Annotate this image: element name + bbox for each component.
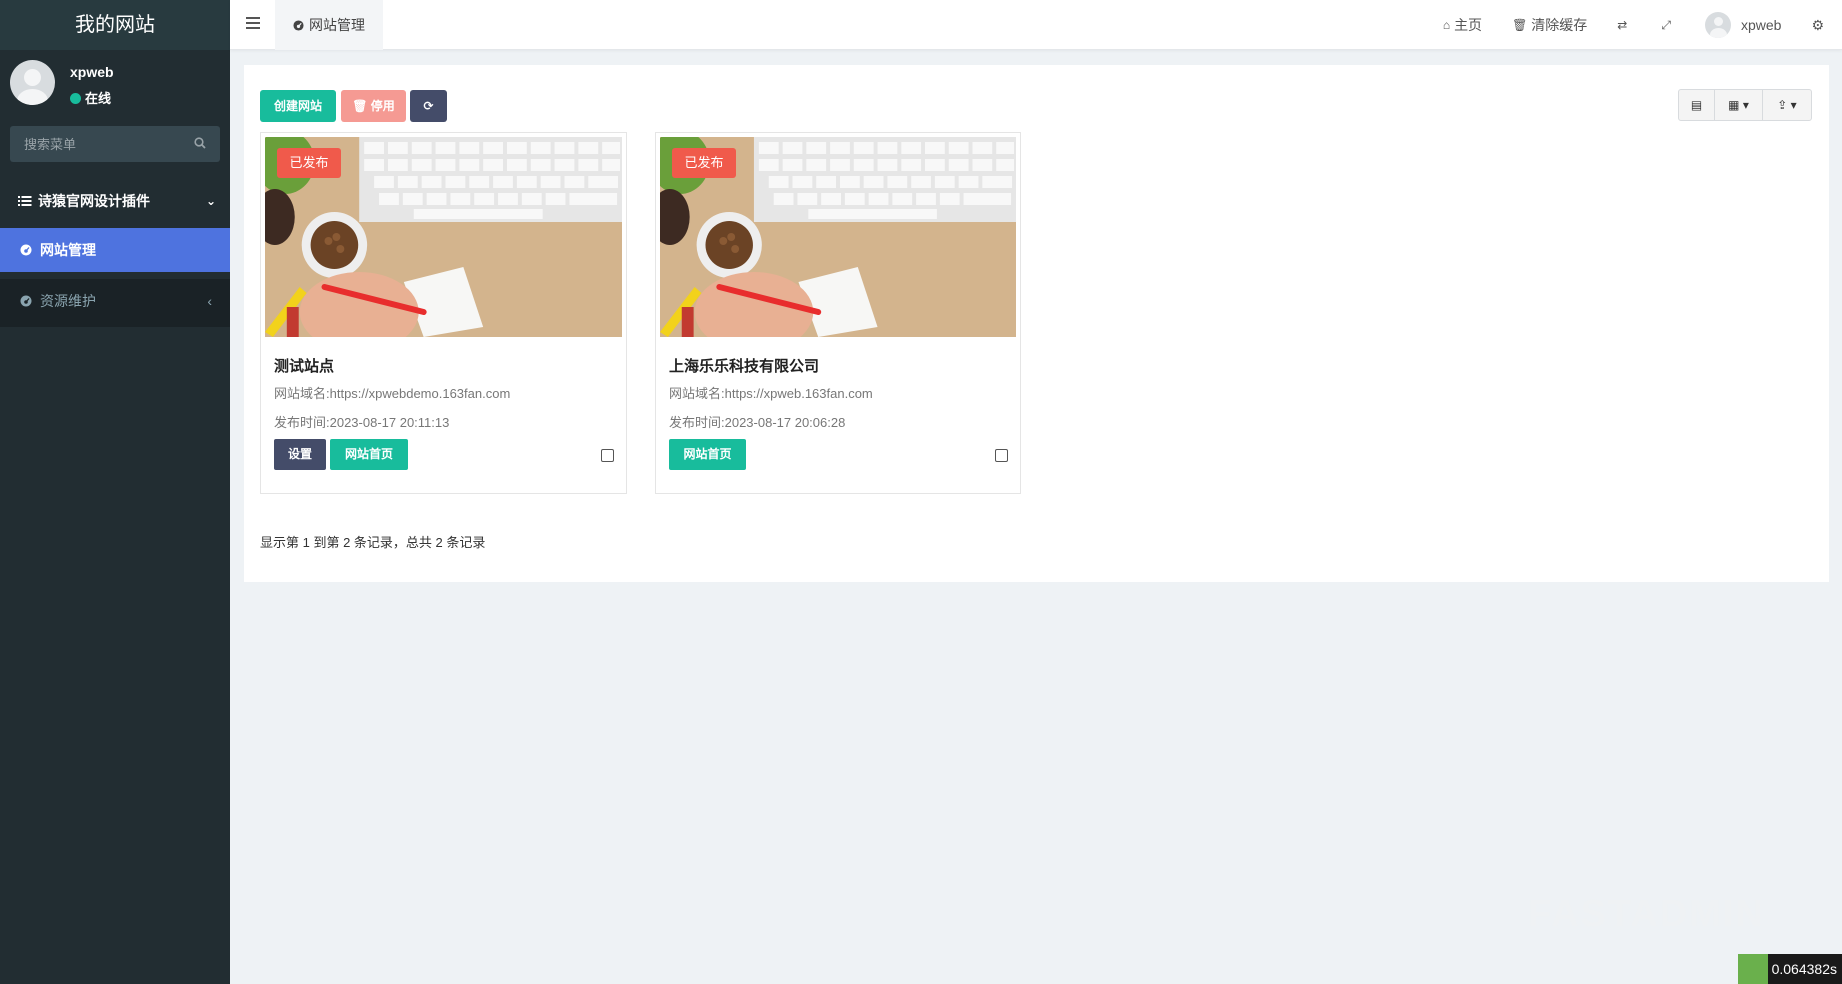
pagination-info: 显示第 1 到第 2 条记录，总共 2 条记录 xyxy=(260,535,486,550)
sidebar-item-label: 资源维护 xyxy=(40,293,96,309)
table-icon: ▤ xyxy=(1690,98,1703,112)
site-title: 测试站点 xyxy=(274,358,335,375)
view-toolbar: ▤ ▦ ▾ ⇪ ▾ xyxy=(1678,89,1812,121)
fullscreen-icon: ⤢ xyxy=(1661,17,1671,32)
table-view-button[interactable]: ▤ xyxy=(1679,90,1715,120)
site-title: 上海乐乐科技有限公司 xyxy=(669,358,820,375)
dashboard-icon xyxy=(293,20,304,31)
site-domain: 网站域名:https://xpweb.163fan.com xyxy=(669,386,873,401)
chevron-down-icon: ⌄ xyxy=(205,194,216,208)
home-icon: ⌂ xyxy=(1442,18,1451,32)
clear-cache-link[interactable]: 🗑 清除缓存 xyxy=(1512,15,1587,35)
translate-icon: ⇄ xyxy=(1617,18,1628,32)
trash-icon: 🗑 xyxy=(352,99,371,113)
gears-icon: ⚙ xyxy=(1811,16,1824,33)
create-site-button[interactable]: 创建网站 xyxy=(260,90,336,122)
content-panel: 创建网站 🗑 停用 ⟳ ▤ ▦ ▾ ⇪ ▾ 已发布 测试站点 网站域名:http… xyxy=(244,65,1829,582)
disable-button[interactable]: 🗑 停用 xyxy=(341,90,406,122)
user-status: 在线 xyxy=(70,88,111,107)
sidebar-item-label: 网站管理 xyxy=(40,242,96,258)
fastadmin-watermark: FASTADMIN xyxy=(1528,893,1765,935)
settings-button[interactable]: ⚙ xyxy=(1811,17,1828,34)
site-home-button[interactable]: 网站首页 xyxy=(330,439,408,470)
tab-label: 网站管理 xyxy=(309,17,365,33)
sidebar-item-site-management[interactable]: 网站管理 xyxy=(0,228,230,272)
topbar: 网站管理 ⌂ 主页 🗑 清除缓存 ⇄ ⤢ xpweb ⚙ xyxy=(230,0,1842,50)
refresh-button[interactable]: ⟳ xyxy=(410,90,447,122)
clear-cache-label: 清除缓存 xyxy=(1531,17,1588,33)
columns-button[interactable]: ▦ ▾ xyxy=(1715,90,1763,120)
select-checkbox[interactable] xyxy=(601,449,614,462)
page-timer: 0.064382s xyxy=(1737,954,1842,984)
export-button[interactable]: ⇪ ▾ xyxy=(1763,90,1811,120)
menu-search xyxy=(10,126,220,162)
site-home-button[interactable]: 网站首页 xyxy=(669,439,746,470)
menu-search-input[interactable] xyxy=(10,126,180,162)
select-checkbox[interactable] xyxy=(995,449,1008,462)
site-publish-time: 发布时间:2023-08-17 20:11:13 xyxy=(274,415,450,430)
online-dot-icon xyxy=(70,93,81,104)
menu-section-header[interactable]: 诗猿官网设计插件 ⌄ xyxy=(0,180,230,222)
user-menu-label: xpweb xyxy=(1740,17,1782,33)
timer-logo-icon xyxy=(1737,954,1768,984)
user-avatar xyxy=(10,60,55,105)
site-card: 已发布 测试站点 网站域名:https://xpwebdemo.163fan.c… xyxy=(260,132,627,494)
disable-button-label: 停用 xyxy=(370,99,395,113)
site-card: 已发布 上海乐乐科技有限公司 网站域名:https://xpweb.163fan… xyxy=(655,132,1021,494)
site-domain: 网站域名:https://xpwebdemo.163fan.com xyxy=(274,386,511,401)
user-status-label: 在线 xyxy=(85,91,112,106)
user-menu[interactable]: xpweb xyxy=(1704,12,1782,38)
home-link-label: 主页 xyxy=(1454,17,1483,33)
refresh-icon: ⟳ xyxy=(423,99,434,113)
dashboard-icon xyxy=(20,244,32,256)
list-icon xyxy=(18,196,32,206)
chevron-left-icon: ‹ xyxy=(207,293,212,309)
menu-section-label: 诗猿官网设计插件 xyxy=(38,193,150,209)
home-link[interactable]: ⌂ 主页 xyxy=(1443,15,1482,35)
search-icon[interactable] xyxy=(194,137,206,149)
menu-toggle-icon[interactable] xyxy=(246,17,260,29)
settings-button[interactable]: 设置 xyxy=(274,439,326,470)
site-logo[interactable]: 我的网站 xyxy=(0,0,230,50)
avatar xyxy=(1704,12,1731,38)
site-publish-time: 发布时间:2023-08-17 20:06:28 xyxy=(669,415,846,430)
published-badge: 已发布 xyxy=(277,148,341,178)
dashboard-icon xyxy=(20,295,32,307)
sidebar-item-resource-maintenance[interactable]: 资源维护 ‹ xyxy=(0,279,230,327)
site-thumbnail[interactable]: 已发布 xyxy=(265,137,622,337)
timer-value: 0.064382s xyxy=(1767,954,1842,984)
translate-button[interactable]: ⇄ xyxy=(1617,18,1631,32)
trash-icon: 🗑 xyxy=(1512,18,1528,32)
user-panel: xpweb 在线 xyxy=(0,50,230,116)
export-icon: ⇪ ▾ xyxy=(1777,98,1797,112)
sidebar: 我的网站 xpweb 在线 诗猿官网设计插件 ⌄ 网站管理 资源维护 ‹ xyxy=(0,0,230,984)
tab-site-management[interactable]: 网站管理 xyxy=(275,0,383,50)
user-name: xpweb xyxy=(70,64,114,80)
grid-icon: ▦ ▾ xyxy=(1728,98,1749,112)
topbar-actions: ⌂ 主页 🗑 清除缓存 ⇄ ⤢ xpweb ⚙ xyxy=(1443,0,1842,50)
site-thumbnail[interactable]: 已发布 xyxy=(660,137,1016,337)
published-badge: 已发布 xyxy=(672,148,736,178)
fullscreen-button[interactable]: ⤢ xyxy=(1661,18,1675,33)
